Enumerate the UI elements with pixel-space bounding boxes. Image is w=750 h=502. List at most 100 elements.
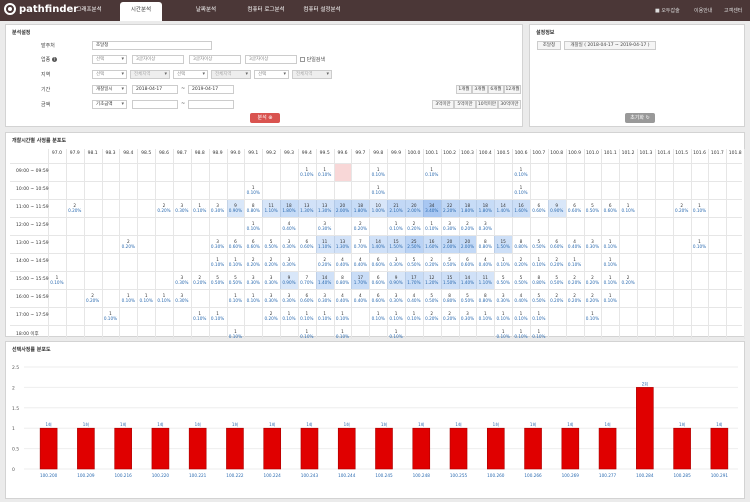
grid-cell[interactable]: 2 0.20% [584, 290, 602, 307]
chart-bar[interactable] [77, 427, 95, 470]
grid-cell[interactable]: 3 0.30% [209, 236, 227, 253]
period-1m-button[interactable]: 1개월 [456, 85, 472, 94]
grid-cell[interactable]: 14 1.40% [458, 272, 477, 289]
grid-cell[interactable]: 1 0.10% [405, 308, 423, 325]
grid-cell[interactable]: 3 0.30% [173, 200, 191, 217]
chart-x-tick[interactable]: 100.216 [114, 473, 132, 478]
grid-cell[interactable]: 6 0.60% [369, 290, 387, 307]
grid-cell[interactable]: 1 0.10% [155, 290, 173, 307]
grid-cell[interactable]: 6 0.60% [566, 200, 584, 217]
grid-cell[interactable]: 5 0.50% [494, 272, 512, 289]
region-select-6[interactable]: 전체지역 [292, 70, 332, 79]
grid-cell[interactable]: 2 0.20% [548, 254, 566, 271]
grid-cell[interactable]: 1 0.10% [191, 308, 209, 325]
grid-cell[interactable]: 20 2.00% [333, 200, 352, 217]
grid-cell[interactable]: 1 0.10% [280, 308, 298, 325]
grid-cell[interactable]: 3 0.30% [280, 236, 298, 253]
grid-cell[interactable]: 5 0.50% [441, 254, 459, 271]
chart-x-tick[interactable]: 100.266 [524, 473, 542, 478]
nav-tab-4[interactable]: 컴퓨터 설정분석 [294, 0, 350, 21]
grid-cell[interactable]: 13 1.30% [315, 200, 334, 217]
grid-cell[interactable]: 9 0.90% [547, 200, 566, 217]
grid-cell[interactable]: 2 0.20% [459, 218, 477, 235]
grid-cell[interactable]: 6 0.60% [369, 254, 387, 271]
reset-button[interactable]: 초기화 ↻ [625, 113, 655, 123]
amount-mode-select[interactable]: 기초금액 [92, 100, 127, 109]
grid-cell[interactable]: 1 0.10% [512, 164, 530, 181]
grid-cell[interactable]: 6 0.60% [548, 236, 566, 253]
chart-x-tick[interactable]: 100.209 [77, 473, 95, 478]
chart-x-tick[interactable]: 100.222 [226, 473, 244, 478]
amount-from-input[interactable] [132, 100, 178, 109]
grid-cell[interactable]: 2 0.20% [405, 218, 423, 235]
grid-cell[interactable]: 3 0.30% [441, 218, 459, 235]
grid-cell[interactable]: 3 0.30% [387, 254, 405, 271]
grid-cell[interactable]: 14 1.40% [494, 200, 513, 217]
analyze-button[interactable]: 분석 ⊕ [250, 113, 280, 123]
grid-cell[interactable]: 2 0.20% [351, 218, 369, 235]
grid-cell[interactable]: 16 1.60% [422, 236, 441, 253]
grid-cell[interactable]: 1 0.10% [209, 254, 227, 271]
grid-cell[interactable]: 16 1.60% [512, 200, 530, 217]
grid-cell[interactable]: 3 0.30% [316, 290, 334, 307]
grid-cell[interactable]: 17 1.70% [351, 272, 370, 289]
chart-x-tick[interactable]: 100.260 [487, 473, 505, 478]
grid-cell[interactable]: 2 0.20% [119, 236, 137, 253]
grid-cell[interactable]: 3 0.30% [244, 272, 262, 289]
chart-bar[interactable] [636, 387, 654, 470]
grid-cell[interactable]: 1 0.10% [102, 308, 120, 325]
chart-x-tick[interactable]: 100.245 [375, 473, 393, 478]
grid-cell[interactable]: 34 3.40% [422, 200, 441, 217]
grid-cell[interactable]: 1 0.10% [691, 200, 709, 217]
amount-30-button[interactable]: 30억미만 [498, 100, 521, 109]
grid-cell[interactable]: 3 0.30% [494, 290, 512, 307]
grid-cell[interactable]: 3 0.30% [476, 218, 494, 235]
grid-cell[interactable]: 5 0.50% [584, 200, 602, 217]
chart-bar[interactable] [486, 427, 505, 470]
chart-bar[interactable] [114, 427, 132, 470]
grid-cell[interactable]: 1 0.10% [244, 290, 262, 307]
grid-cell[interactable]: 8 0.80% [244, 200, 262, 217]
nav-tab-3[interactable]: 컴퓨터 로그분석 [238, 0, 294, 21]
chart-bar[interactable] [449, 427, 468, 470]
region-select-1[interactable]: 선택 [92, 70, 127, 79]
grid-cell[interactable]: 3 0.30% [387, 290, 405, 307]
grid-cell[interactable]: 18 1.80% [280, 200, 298, 217]
grid-cell[interactable]: 1 0.10% [691, 236, 709, 253]
grid-cell[interactable]: 2 0.20% [566, 272, 584, 289]
grid-cell[interactable]: 4 0.40% [334, 254, 352, 271]
grid-cell[interactable]: 1 0.10% [298, 164, 316, 181]
grid-cell[interactable]: 1 0.10% [137, 290, 155, 307]
amount-3-button[interactable]: 3억미만 [432, 100, 454, 109]
grid-cell[interactable]: 1 0.10% [530, 254, 548, 271]
chart-x-tick[interactable]: 100.291 [711, 473, 729, 478]
grid-cell[interactable]: 9 0.90% [387, 272, 405, 289]
grid-cell[interactable]: 18 1.80% [476, 200, 495, 217]
period-to-input[interactable]: 2019-04-17 [188, 85, 234, 94]
grid-cell[interactable]: 6 0.60% [459, 254, 477, 271]
grid-cell[interactable]: 1 0.10% [369, 308, 387, 325]
grid-cell[interactable]: 1 0.10% [316, 308, 334, 325]
chart-bar[interactable] [524, 427, 542, 470]
grid-cell[interactable]: 5 0.50% [548, 272, 566, 289]
grid-cell[interactable]: 1 0.10% [601, 290, 619, 307]
chart-bar[interactable] [151, 427, 170, 470]
grid-cell[interactable]: 1 0.10% [244, 218, 262, 235]
grid-cell[interactable]: 10 1.00% [369, 200, 388, 217]
grid-cell[interactable]: 2 0.20% [316, 254, 334, 271]
grid-cell[interactable]: 25 2.50% [405, 236, 423, 253]
grid-cell[interactable]: 5 0.50% [459, 290, 477, 307]
grid-cell[interactable]: 3 0.30% [209, 200, 227, 217]
grid-cell[interactable]: 8 0.80% [530, 272, 548, 289]
chart-x-tick[interactable]: 100.255 [450, 473, 468, 478]
grid-cell[interactable]: 1 0.10% [566, 254, 584, 271]
grid-cell[interactable]: 11 1.10% [315, 236, 334, 253]
amount-to-input[interactable] [188, 100, 234, 109]
sender-input[interactable]: 조달청 [92, 41, 212, 50]
grid-cell[interactable]: 1 0.10% [530, 308, 548, 325]
industry-input-3[interactable]: 3글자이상 [245, 55, 297, 64]
grid-cell[interactable]: 15 1.50% [440, 272, 459, 289]
grid-cell[interactable]: 6 0.60% [369, 272, 387, 289]
guide-link[interactable]: 이용안내 [694, 7, 712, 14]
grid-cell[interactable]: 3 0.30% [262, 272, 280, 289]
